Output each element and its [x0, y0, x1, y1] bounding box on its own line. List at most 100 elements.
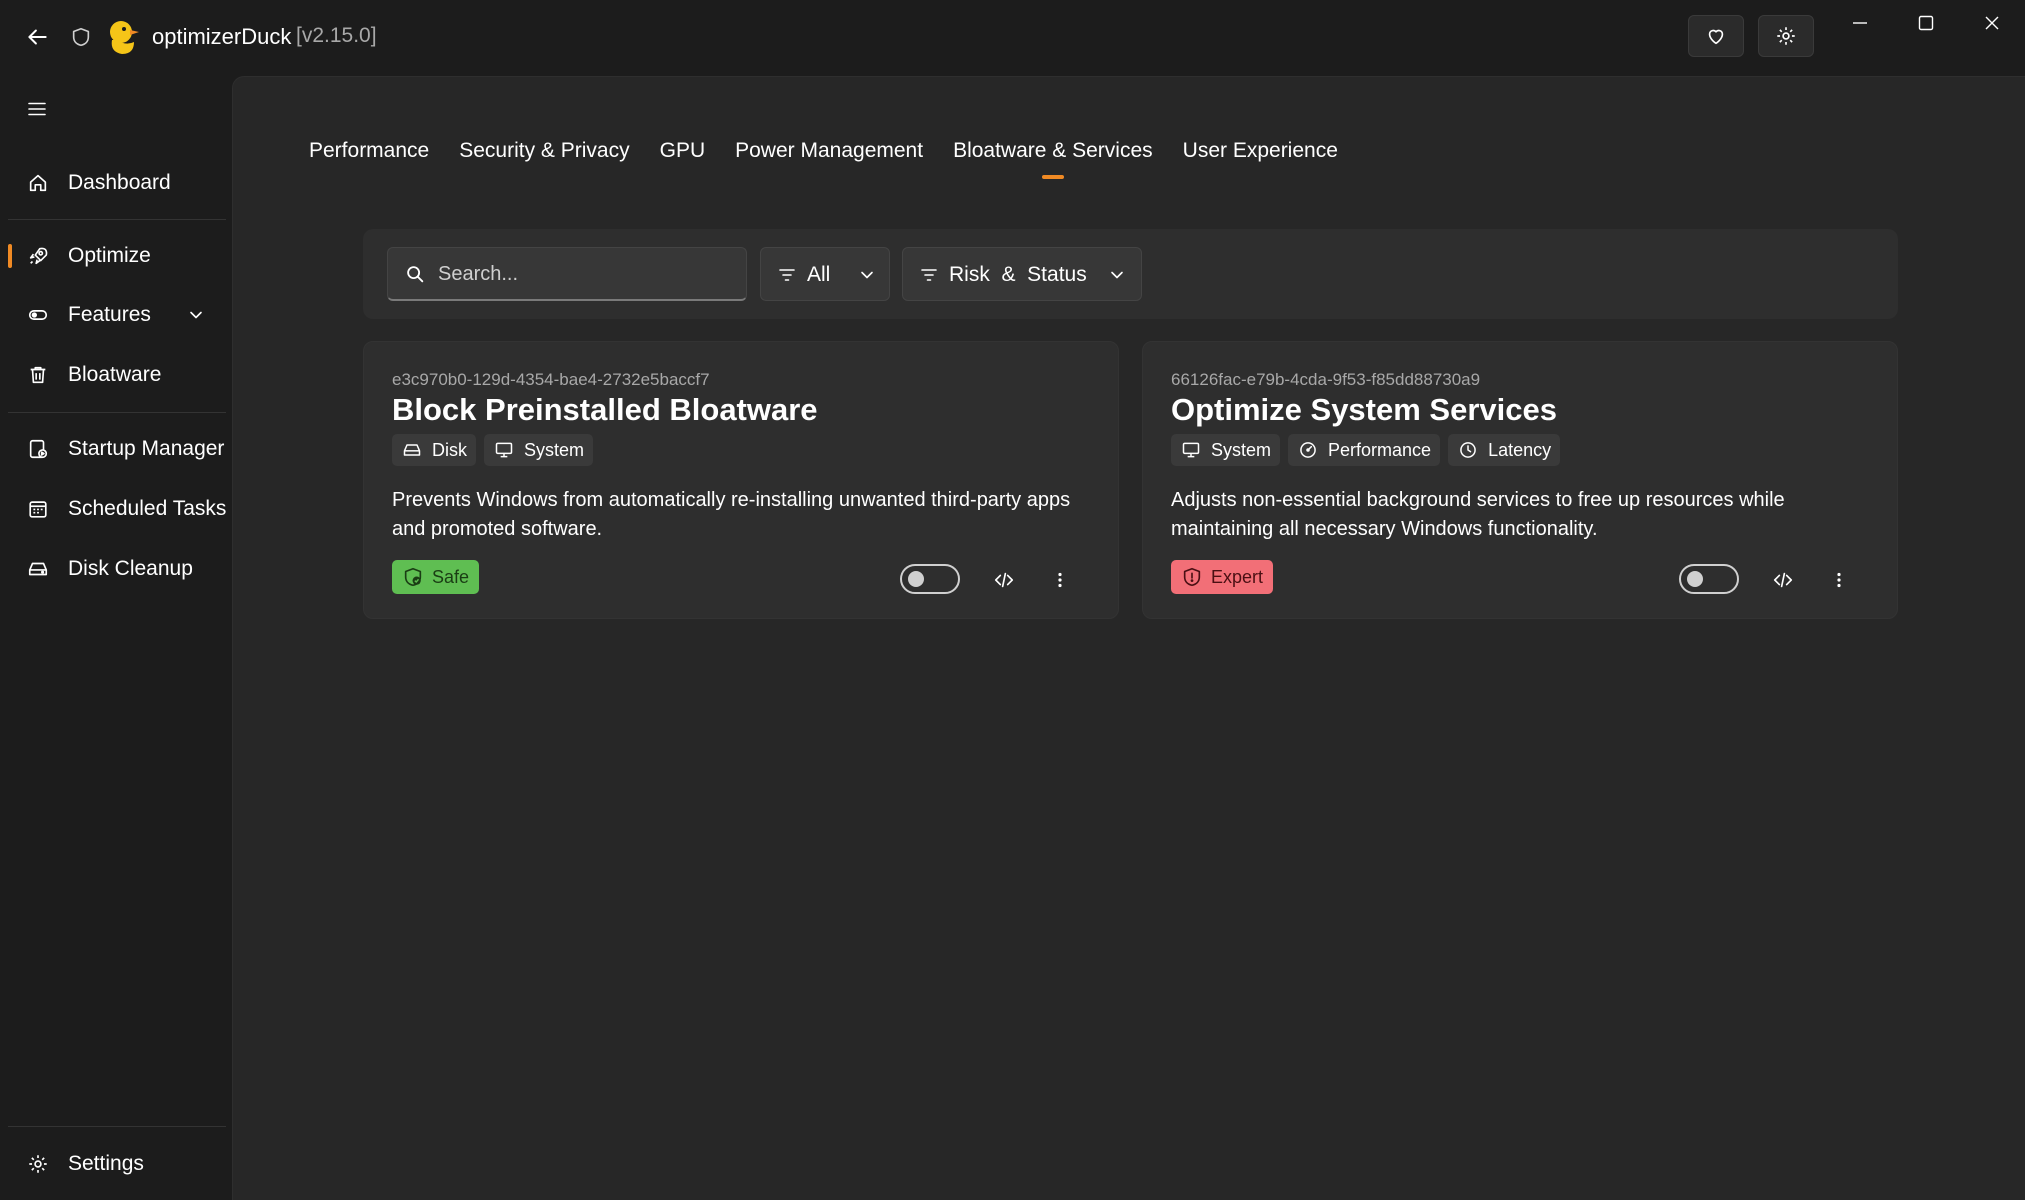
trash-icon: [26, 363, 50, 387]
donate-button[interactable]: [1688, 15, 1744, 57]
enable-toggle[interactable]: [900, 564, 960, 594]
active-tab-indicator: [1041, 175, 1064, 179]
calendar-icon: [26, 497, 50, 521]
maximize-icon: [1918, 15, 1934, 31]
category-tabs: Performance Security & Privacy GPU Power…: [309, 139, 1338, 179]
sidebar-item-label: Settings: [68, 1152, 144, 1175]
minimize-icon: [1853, 22, 1867, 24]
optimization-card: 66126fac-e79b-4cda-9f53-f85dd88730a9 Opt…: [1142, 341, 1898, 619]
card-description: Adjusts non-essential background service…: [1171, 489, 1785, 540]
search-box[interactable]: [387, 247, 747, 301]
monitor-icon: [493, 439, 515, 461]
shield-icon: [66, 22, 96, 52]
settings-shortcut-button[interactable]: [1758, 15, 1814, 57]
view-code-button[interactable]: [1765, 564, 1801, 596]
disk-icon: [401, 439, 423, 461]
card-id: e3c970b0-129d-4354-bae4-2732e5baccf7: [392, 370, 710, 389]
tag-disk: Disk: [392, 434, 476, 466]
sidebar-item-disk-cleanup[interactable]: Disk Cleanup: [8, 544, 226, 594]
more-options-button[interactable]: [1044, 564, 1076, 596]
maximize-button[interactable]: [1898, 8, 1954, 38]
sidebar-item-bloatware[interactable]: Bloatware: [8, 350, 226, 400]
sidebar: Dashboard Optimize Features Bloatware St…: [0, 76, 232, 1200]
risk-badge: Expert: [1171, 560, 1274, 594]
view-code-button[interactable]: [986, 564, 1022, 596]
sidebar-item-label: Features: [68, 303, 151, 326]
card-title: Optimize System Services: [1171, 392, 1557, 427]
rocket-icon: [26, 244, 50, 268]
sidebar-item-settings[interactable]: Settings: [8, 1139, 226, 1189]
tab-performance[interactable]: Performance: [309, 139, 429, 163]
optimization-card: e3c970b0-129d-4354-bae4-2732e5baccf7 Blo…: [363, 341, 1119, 619]
sidebar-item-features[interactable]: Features: [8, 290, 226, 340]
hamburger-icon[interactable]: [22, 94, 52, 124]
more-vertical-icon: [1058, 572, 1062, 588]
sidebar-item-label: Startup Manager: [68, 437, 225, 460]
chevron-down-icon: [861, 271, 873, 279]
sidebar-item-startup-manager[interactable]: Startup Manager: [8, 424, 226, 474]
filter-bar: All Risk & Status: [363, 229, 1898, 319]
close-icon: [1985, 16, 1999, 30]
sidebar-item-label: Disk Cleanup: [68, 557, 193, 580]
sidebar-item-optimize[interactable]: Optimize: [8, 231, 226, 281]
sidebar-item-label: Bloatware: [68, 363, 162, 386]
app-name: optimizerDuck: [152, 24, 292, 49]
risk-badge: Safe: [392, 560, 480, 594]
clock-icon: [1457, 439, 1479, 461]
tab-gpu[interactable]: GPU: [660, 139, 706, 163]
tag-label: Disk: [432, 439, 467, 460]
tag-system: System: [484, 434, 594, 466]
sidebar-divider: [8, 412, 226, 413]
risk-badge-label: Expert: [1211, 566, 1264, 587]
tag-label: Performance: [1328, 439, 1432, 460]
tab-user-experience[interactable]: User Experience: [1183, 139, 1338, 163]
sidebar-divider: [8, 219, 226, 220]
tag-system: System: [1171, 434, 1281, 466]
tab-label: Bloatware & Services: [953, 139, 1153, 162]
card-tags: System Performance Latency: [1171, 434, 1561, 466]
shield-alert-icon: [1183, 567, 1201, 587]
card-title: Block Preinstalled Bloatware: [392, 392, 818, 427]
tab-power-management[interactable]: Power Management: [735, 139, 923, 163]
risk-status-filter-dropdown[interactable]: Risk & Status: [902, 247, 1142, 301]
main-content: Performance Security & Privacy GPU Power…: [232, 76, 2025, 1200]
tag-label: System: [1211, 439, 1272, 460]
tag-performance: Performance: [1288, 434, 1441, 466]
app-version: [v2.15.0]: [296, 24, 377, 47]
sidebar-item-scheduled-tasks[interactable]: Scheduled Tasks: [8, 484, 226, 534]
gauge-icon: [1297, 439, 1319, 461]
more-options-button[interactable]: [1823, 564, 1855, 596]
sidebar-item-label: Dashboard: [68, 171, 171, 194]
sidebar-divider: [8, 1126, 226, 1127]
tag-label: Latency: [1488, 439, 1552, 460]
heart-icon: [1708, 29, 1724, 45]
startup-icon: [26, 437, 50, 461]
shield-check-icon: [404, 567, 422, 587]
sidebar-item-dashboard[interactable]: Dashboard: [8, 158, 226, 208]
enable-toggle[interactable]: [1679, 564, 1739, 594]
code-icon: [994, 572, 1014, 588]
card-id: 66126fac-e79b-4cda-9f53-f85dd88730a9: [1171, 370, 1481, 389]
risk-status-filter-label: Risk & Status: [949, 263, 1087, 286]
toggle-knob: [1687, 571, 1703, 587]
minimize-button[interactable]: [1832, 8, 1888, 38]
monitor-icon: [1180, 439, 1202, 461]
settings-gear-icon: [1777, 27, 1795, 45]
chevron-down-icon: [190, 311, 202, 319]
card-tags: Disk System: [392, 434, 594, 466]
title-bar: optimizerDuck [v2.15.0]: [0, 0, 2025, 76]
filter-icon: [779, 269, 795, 281]
search-input[interactable]: [438, 256, 738, 292]
toggle-icon: [26, 303, 50, 327]
disk-icon: [26, 557, 50, 581]
search-icon: [407, 266, 424, 283]
tab-bloatware-services[interactable]: Bloatware & Services: [953, 139, 1153, 179]
close-button[interactable]: [1964, 8, 2020, 38]
category-filter-dropdown[interactable]: All: [760, 247, 890, 301]
gear-icon: [26, 1152, 50, 1176]
back-arrow-icon[interactable]: [20, 20, 54, 54]
tab-security-privacy[interactable]: Security & Privacy: [459, 139, 629, 163]
duck-logo-icon: [106, 18, 140, 56]
risk-badge-label: Safe: [432, 566, 470, 587]
toggle-knob: [908, 571, 924, 587]
